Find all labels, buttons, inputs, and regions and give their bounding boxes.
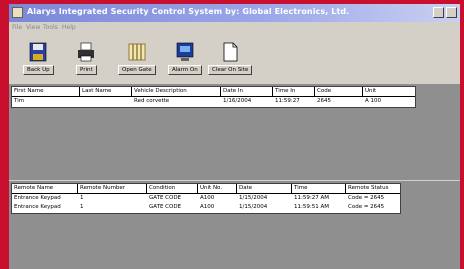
floppy-disk-icon: [30, 42, 47, 62]
cell-date-in: 1/16/2004: [223, 98, 252, 104]
cell-time-in: 11:59:27: [275, 98, 300, 104]
menu-view[interactable]: View: [26, 24, 40, 31]
cell-unit-no: A100: [200, 195, 215, 201]
menu-file[interactable]: File: [12, 24, 22, 31]
col-condition[interactable]: Condition: [147, 184, 198, 193]
backup-label: Back Up: [23, 65, 54, 75]
col-unit-no[interactable]: Unit No.: [198, 184, 237, 193]
col-last-name[interactable]: Last Name: [80, 87, 132, 96]
open-gate-label: Open Gate: [118, 65, 156, 75]
col-time[interactable]: Time: [292, 184, 346, 193]
cell-code: 2645: [317, 98, 331, 104]
app-icon[interactable]: [12, 7, 23, 18]
alarm-on-button[interactable]: Alarm On: [168, 41, 202, 79]
alarm-monitor-icon: [176, 42, 194, 61]
col-remote-number[interactable]: Remote Number: [78, 184, 147, 193]
gate-icon: [128, 43, 146, 61]
onsite-header-row: First Name Last Name Vehicle Description…: [12, 87, 415, 97]
col-remote-status[interactable]: Remote Status: [346, 184, 400, 193]
table-row[interactable]: Tim Red corvette 1/16/2004 11:59:27 2645…: [12, 97, 415, 106]
events-table[interactable]: Remote Name Remote Number Condition Unit…: [11, 183, 401, 214]
cell-date: 1/15/2004: [239, 195, 268, 201]
cell-time: 11:59:27 AM: [294, 195, 329, 201]
backup-button[interactable]: Back Up: [23, 41, 54, 79]
cell-time: 11:59:51 AM: [294, 204, 329, 210]
clear-on-site-button[interactable]: Clear On Site: [208, 41, 253, 79]
close-button[interactable]: [446, 7, 457, 18]
onsite-panel: First Name Last Name Vehicle Description…: [9, 84, 460, 180]
document-icon: [223, 42, 238, 62]
col-vehicle-description[interactable]: Vehicle Description: [132, 87, 221, 96]
col-first-name[interactable]: First Name: [12, 87, 80, 96]
col-unit[interactable]: Unit: [363, 87, 415, 96]
toolbar: Back Up Print Open Gate Alarm On Clear O…: [9, 36, 460, 82]
open-gate-button[interactable]: Open Gate: [118, 41, 156, 79]
events-header-row: Remote Name Remote Number Condition Unit…: [12, 184, 400, 194]
cell-remote-name: Entrance Keypad: [14, 195, 61, 201]
events-panel: Remote Name Remote Number Condition Unit…: [9, 181, 460, 269]
cell-date: 1/15/2004: [239, 204, 268, 210]
cell-unit: A 100: [365, 98, 382, 104]
cell-last-name: [80, 97, 132, 106]
cell-remote-name: Entrance Keypad: [14, 204, 61, 210]
cell-unit-no: A100: [200, 204, 215, 210]
window-title: Alarys Integrated Security Control Syste…: [27, 7, 350, 16]
menu-tools[interactable]: Tools: [43, 24, 58, 31]
table-row[interactable]: Entrance Keypad 1 GATE CODE A100 1/15/20…: [12, 203, 400, 212]
col-date[interactable]: Date: [237, 184, 292, 193]
print-button[interactable]: Print: [76, 41, 97, 79]
col-code[interactable]: Code: [315, 87, 363, 96]
minimize-button[interactable]: [433, 7, 444, 18]
cell-remote-number: 1: [80, 195, 84, 201]
printer-icon: [78, 42, 95, 62]
cell-condition: GATE CODE: [149, 204, 182, 210]
cell-remote-status: Code = 2645: [348, 195, 385, 201]
app-window: Alarys Integrated Security Control Syste…: [9, 4, 460, 269]
table-row[interactable]: Entrance Keypad 1 GATE CODE A100 1/15/20…: [12, 194, 400, 203]
cell-condition: GATE CODE: [149, 195, 182, 201]
col-remote-name[interactable]: Remote Name: [12, 184, 78, 193]
menu-help[interactable]: Help: [62, 24, 76, 31]
col-date-in[interactable]: Date In: [221, 87, 273, 96]
onsite-table[interactable]: First Name Last Name Vehicle Description…: [11, 86, 416, 108]
cell-vehicle-description: Red corvette: [134, 98, 170, 104]
menu-bar: File View Tools Help: [9, 23, 460, 35]
alarm-on-label: Alarm On: [168, 65, 202, 75]
clear-on-site-label: Clear On Site: [208, 65, 253, 75]
cell-remote-number: 1: [80, 204, 84, 210]
print-label: Print: [76, 65, 97, 75]
col-time-in[interactable]: Time In: [273, 87, 315, 96]
title-bar[interactable]: Alarys Integrated Security Control Syste…: [9, 4, 460, 22]
cell-first-name: Tim: [14, 98, 25, 104]
cell-remote-status: Code = 2645: [348, 204, 385, 210]
